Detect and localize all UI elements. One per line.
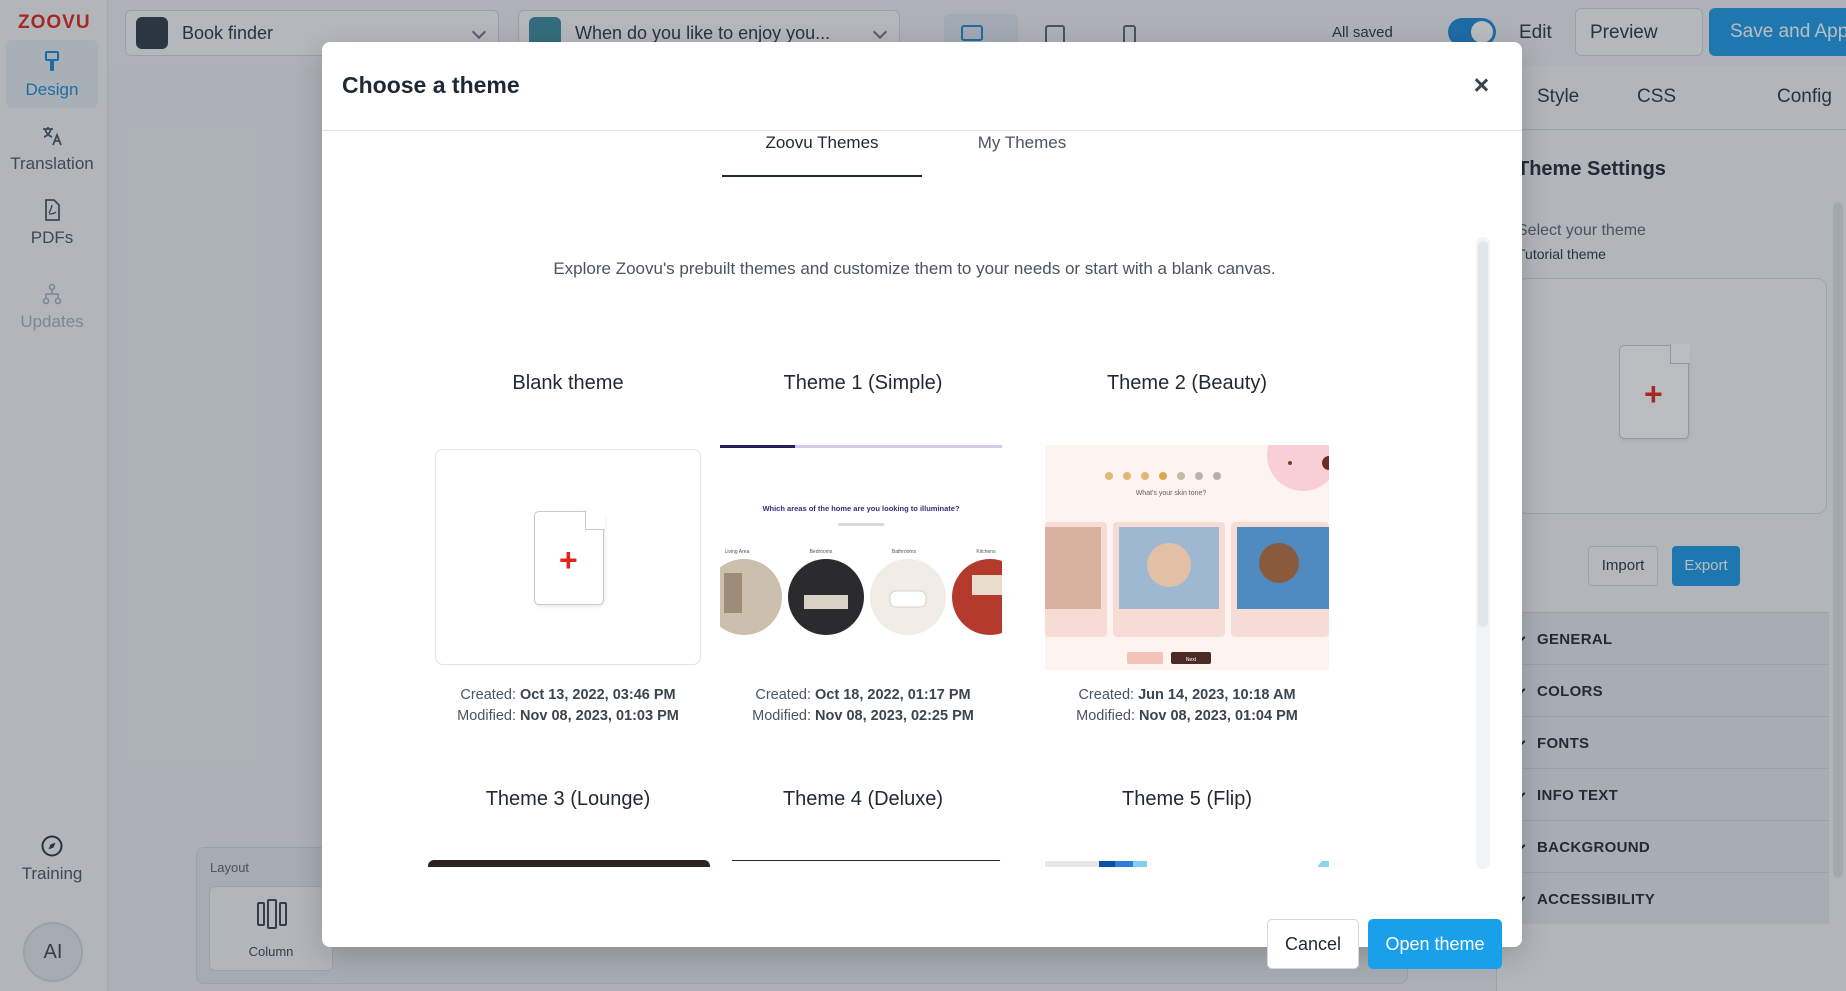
simple-theme-preview: Which areas of the home are you looking … [720, 445, 1002, 635]
modified-date: Nov 08, 2023, 02:25 PM [815, 708, 974, 724]
preview-next-label: Next [1186, 657, 1197, 663]
preview-question: What's your skin tone? [1136, 490, 1207, 497]
tab-my-themes[interactable]: My Themes [922, 133, 1122, 177]
modified-prefix: Modified: [1076, 708, 1135, 724]
dialog-title: Choose a theme [342, 72, 520, 98]
theme-card-flip[interactable] [1045, 861, 1329, 867]
theme-card-simple[interactable]: Which areas of the home are you looking … [720, 445, 1002, 665]
preview-option-label: Bedrooms [810, 549, 833, 555]
theme-title-blank: Blank theme [512, 372, 624, 394]
dialog-footer: Cancel Open theme [322, 882, 1522, 969]
created-date: Jun 14, 2023, 10:18 AM [1138, 687, 1296, 703]
preview-option-label: Living Area [725, 549, 750, 555]
cancel-button[interactable]: Cancel [1267, 919, 1359, 969]
modified-date: Nov 08, 2023, 01:03 PM [520, 708, 679, 724]
theme-card-lounge[interactable] [428, 860, 710, 867]
theme-meta-simple: Created: Oct 18, 2022, 01:17 PM Modified… [723, 685, 1003, 727]
created-date: Oct 13, 2022, 03:46 PM [520, 687, 676, 703]
theme-title-deluxe: Theme 4 (Deluxe) [782, 788, 944, 810]
created-prefix: Created: [755, 687, 811, 703]
modified-prefix: Modified: [752, 708, 811, 724]
beauty-theme-preview: What's your skin tone? Next [1045, 445, 1329, 664]
theme-title-beauty: Theme 2 (Beauty) [1106, 372, 1268, 394]
theme-card-deluxe[interactable] [732, 860, 1000, 867]
theme-title-lounge: Theme 3 (Lounge) [485, 788, 651, 810]
close-icon[interactable] [1466, 70, 1496, 100]
preview-question: Which areas of the home are you looking … [762, 504, 960, 513]
choose-theme-dialog: Choose a theme Zoovu Themes My Themes Ex… [322, 42, 1522, 969]
new-document-icon: + [534, 510, 605, 605]
dialog-scroll-thumb[interactable] [1478, 241, 1488, 627]
dialog-header: Choose a theme [322, 42, 1522, 131]
tab-zoovu-themes[interactable]: Zoovu Themes [722, 133, 922, 177]
dialog-scrollbar[interactable] [1476, 237, 1490, 869]
theme-meta-blank: Created: Oct 13, 2022, 03:46 PM Modified… [428, 685, 708, 727]
theme-meta-beauty: Created: Jun 14, 2023, 10:18 AM Modified… [1047, 685, 1327, 727]
theme-grid: Blank theme Theme 1 (Simple) Theme 2 (Be… [362, 312, 1472, 867]
flip-theme-preview [1045, 861, 1329, 867]
open-theme-button[interactable]: Open theme [1368, 919, 1502, 969]
modified-prefix: Modified: [457, 708, 516, 724]
created-prefix: Created: [460, 687, 516, 703]
dialog-intro-text: Explore Zoovu's prebuilt themes and cust… [553, 259, 1276, 278]
preview-option-label: Bathrooms [892, 549, 917, 555]
theme-title-flip: Theme 5 (Flip) [1121, 788, 1253, 810]
preview-option-label: Kitchens [976, 549, 996, 555]
created-prefix: Created: [1078, 687, 1135, 703]
theme-card-beauty[interactable]: What's your skin tone? Next [1045, 445, 1329, 670]
theme-title-simple: Theme 1 (Simple) [783, 372, 943, 394]
modified-date: Nov 08, 2023, 01:04 PM [1139, 708, 1298, 724]
theme-card-blank[interactable]: + [435, 449, 701, 665]
created-date: Oct 18, 2022, 01:17 PM [815, 687, 971, 703]
